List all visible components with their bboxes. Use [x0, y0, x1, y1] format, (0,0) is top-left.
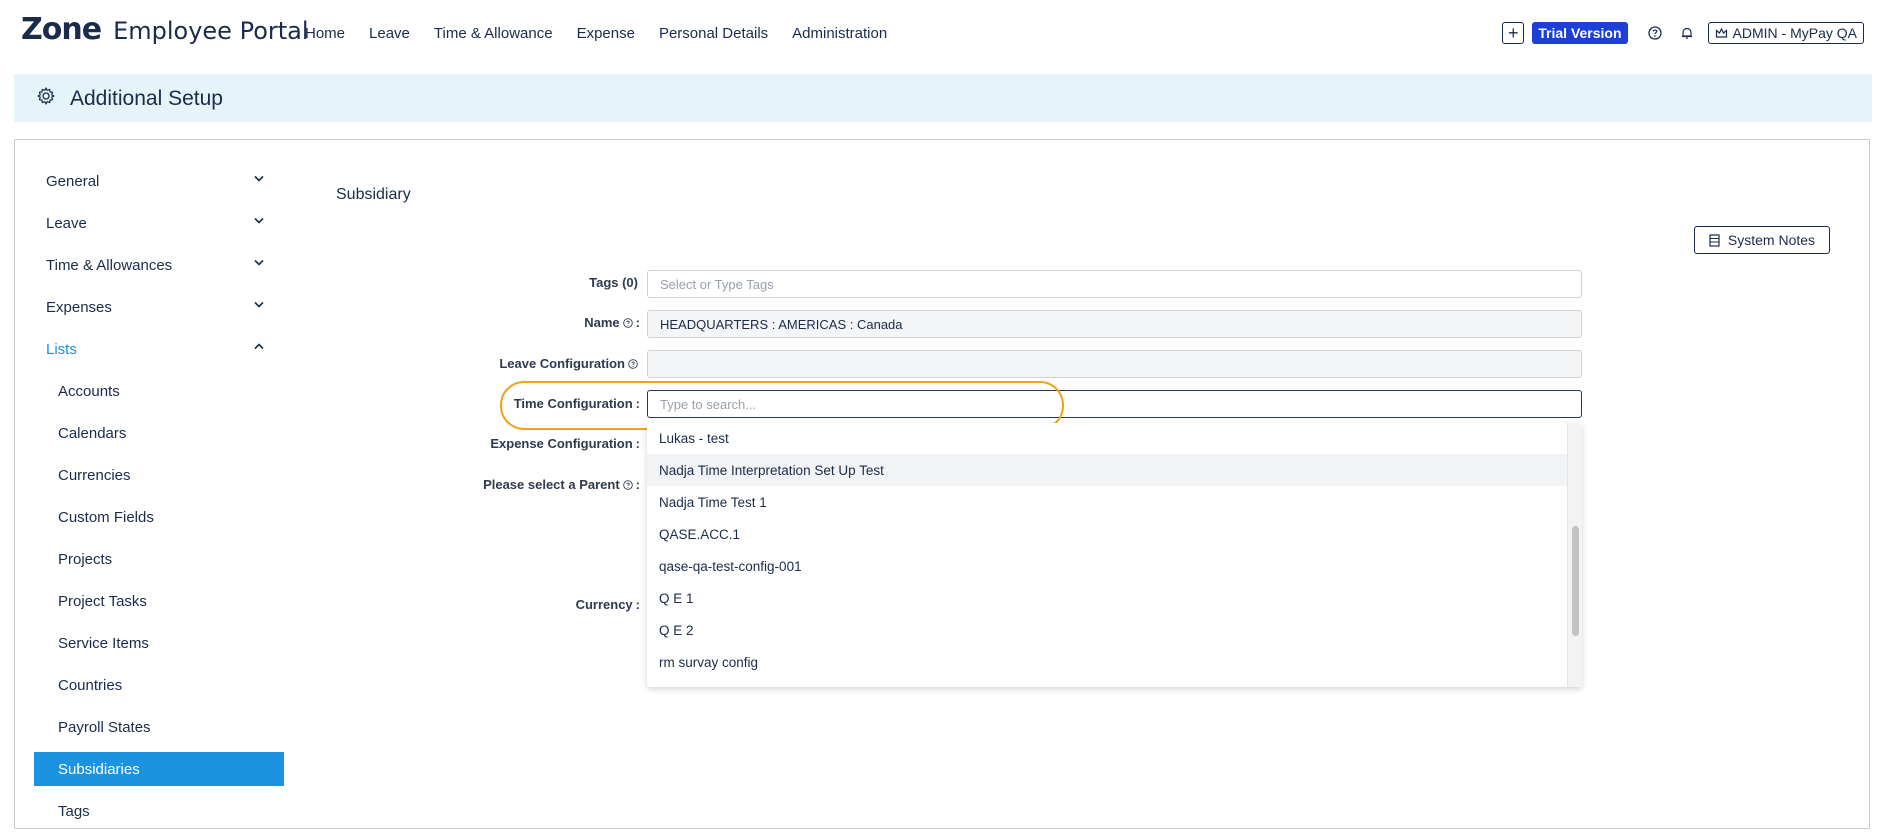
- tags-label: Tags (0): [589, 275, 638, 290]
- name-label: Name :: [584, 315, 640, 330]
- section-title: Subsidiary: [336, 186, 411, 203]
- main-nav: Home Leave Time & Allowance Expense Pers…: [305, 25, 911, 42]
- sidebar-section-general[interactable]: General: [34, 160, 284, 202]
- label-colon: :: [635, 396, 640, 411]
- logo-portal-text: Employee Portal: [113, 17, 309, 45]
- sidebar-section-leave[interactable]: Leave: [34, 202, 284, 244]
- dropdown-option-list: Lukas - test Nadja Time Interpretation S…: [647, 423, 1567, 678]
- dropdown-option[interactable]: Nadja Time Test 1: [647, 486, 1567, 518]
- sidebar-item-currencies[interactable]: Currencies: [34, 454, 284, 496]
- sidebar-item-countries[interactable]: Countries: [34, 664, 284, 706]
- top-bar: Zone Employee Portal Home Leave Time & A…: [0, 0, 1887, 70]
- help-circle-icon[interactable]: [628, 358, 638, 369]
- crown-icon: [1715, 27, 1727, 38]
- nav-leave[interactable]: Leave: [369, 25, 410, 42]
- name-label-text: Name: [584, 315, 620, 330]
- nav-time-allowance[interactable]: Time & Allowance: [434, 25, 553, 42]
- chevron-down-icon: [254, 217, 264, 224]
- sidebar-item-project-tasks[interactable]: Project Tasks: [34, 580, 284, 622]
- top-right-controls: + Trial Version ADMIN - MyPay QA: [1502, 22, 1864, 44]
- sidebar-section-time-allowances[interactable]: Time & Allowances: [34, 244, 284, 286]
- dropdown-option[interactable]: Nadja Time Interpretation Set Up Test: [647, 454, 1567, 486]
- trial-version-badge[interactable]: Trial Version: [1532, 22, 1628, 44]
- parent-label-text: Please select a Parent: [483, 477, 620, 492]
- system-notes-label: System Notes: [1727, 232, 1816, 248]
- time-config-label-text: Time Configuration: [513, 396, 633, 411]
- sidebar-item-accounts[interactable]: Accounts: [34, 370, 284, 412]
- nav-administration[interactable]: Administration: [792, 25, 887, 42]
- time-config-label: Time Configuration :: [514, 396, 640, 411]
- sidebar-item-subsidiaries[interactable]: Subsidiaries: [34, 752, 284, 786]
- tags-input[interactable]: Select or Type Tags: [647, 270, 1582, 298]
- page-title: Additional Setup: [70, 87, 223, 110]
- time-config-placeholder: Type to search...: [660, 396, 757, 412]
- label-colon: :: [635, 477, 640, 492]
- sidebar-section-lists[interactable]: Lists: [34, 328, 284, 370]
- nav-personal-details[interactable]: Personal Details: [659, 25, 768, 42]
- dropdown-option[interactable]: rm survay config: [647, 646, 1567, 678]
- sidebar-section-expenses[interactable]: Expenses: [34, 286, 284, 328]
- sidebar-section-label: Lists: [46, 340, 77, 358]
- dropdown-option[interactable]: QASE.ACC.1: [647, 518, 1567, 550]
- dropdown-option[interactable]: Lukas - test: [647, 423, 1567, 454]
- sidebar-item-custom-fields[interactable]: Custom Fields: [34, 496, 284, 538]
- sidebar-item-calendars[interactable]: Calendars: [34, 412, 284, 454]
- tags-placeholder: Select or Type Tags: [660, 276, 774, 292]
- expense-config-label: Expense Configuration :: [490, 436, 640, 451]
- chevron-down-icon: [254, 259, 264, 266]
- system-notes-button[interactable]: System Notes: [1694, 226, 1830, 254]
- chevron-up-icon: [254, 343, 264, 350]
- plus-icon: +: [1508, 23, 1519, 43]
- help-circle-icon[interactable]: [622, 479, 633, 490]
- gear-icon: [36, 86, 56, 111]
- sidebar: General Leave Time & Allowances Expenses…: [34, 160, 284, 832]
- logo-zone-text: Zone: [21, 12, 102, 47]
- user-menu-label: ADMIN - MyPay QA: [1732, 25, 1857, 41]
- dropdown-scrollbar-thumb[interactable]: [1572, 526, 1579, 636]
- sidebar-item-payroll-states[interactable]: Payroll States: [34, 706, 284, 748]
- nav-home[interactable]: Home: [305, 25, 345, 42]
- sidebar-section-label: Time & Allowances: [46, 256, 173, 274]
- dropdown-option[interactable]: Q E 2: [647, 614, 1567, 646]
- leave-config-label-text: Leave Configuration: [499, 356, 625, 371]
- name-value: HEADQUARTERS : AMERICAS : Canada: [660, 316, 903, 332]
- time-config-search-input[interactable]: Type to search...: [647, 390, 1582, 418]
- chevron-down-icon: [254, 175, 264, 182]
- label-colon: :: [635, 597, 640, 612]
- help-circle-icon[interactable]: [622, 317, 633, 328]
- label-colon: :: [635, 315, 640, 330]
- sidebar-item-tags[interactable]: Tags: [34, 790, 284, 832]
- add-button[interactable]: +: [1502, 22, 1525, 44]
- dropdown-option[interactable]: qase-qa-test-config-001: [647, 550, 1567, 582]
- help-circle-icon: [1647, 26, 1662, 40]
- dropdown-option[interactable]: Q E 1: [647, 582, 1567, 614]
- sidebar-section-label: Expenses: [46, 298, 112, 316]
- leave-config-label: Leave Configuration: [499, 356, 638, 371]
- time-config-dropdown[interactable]: Lukas - test Nadja Time Interpretation S…: [647, 423, 1582, 687]
- sidebar-item-projects[interactable]: Projects: [34, 538, 284, 580]
- dropdown-scrollbar[interactable]: [1567, 423, 1582, 687]
- name-field[interactable]: HEADQUARTERS : AMERICAS : Canada: [647, 310, 1582, 338]
- nav-expense[interactable]: Expense: [577, 25, 635, 42]
- brand-logo[interactable]: Zone Employee Portal: [21, 12, 309, 47]
- leave-config-field[interactable]: [647, 350, 1582, 378]
- chevron-down-icon: [254, 301, 264, 308]
- label-colon: :: [635, 436, 640, 451]
- notifications-button[interactable]: [1676, 22, 1698, 44]
- user-menu-button[interactable]: ADMIN - MyPay QA: [1707, 22, 1864, 44]
- bell-icon: [1681, 27, 1692, 39]
- tags-label-text: Tags (0): [589, 275, 638, 290]
- currency-label-text: Currency: [575, 597, 633, 612]
- notes-icon: [1709, 233, 1720, 247]
- expense-config-label-text: Expense Configuration: [490, 436, 633, 451]
- help-button[interactable]: [1644, 22, 1666, 44]
- sidebar-item-service-items[interactable]: Service Items: [34, 622, 284, 664]
- page-header: Additional Setup: [14, 74, 1872, 122]
- parent-label: Please select a Parent :: [483, 477, 640, 492]
- sidebar-section-label: Leave: [46, 214, 87, 232]
- currency-label: Currency :: [576, 597, 640, 612]
- sidebar-section-label: General: [46, 172, 100, 190]
